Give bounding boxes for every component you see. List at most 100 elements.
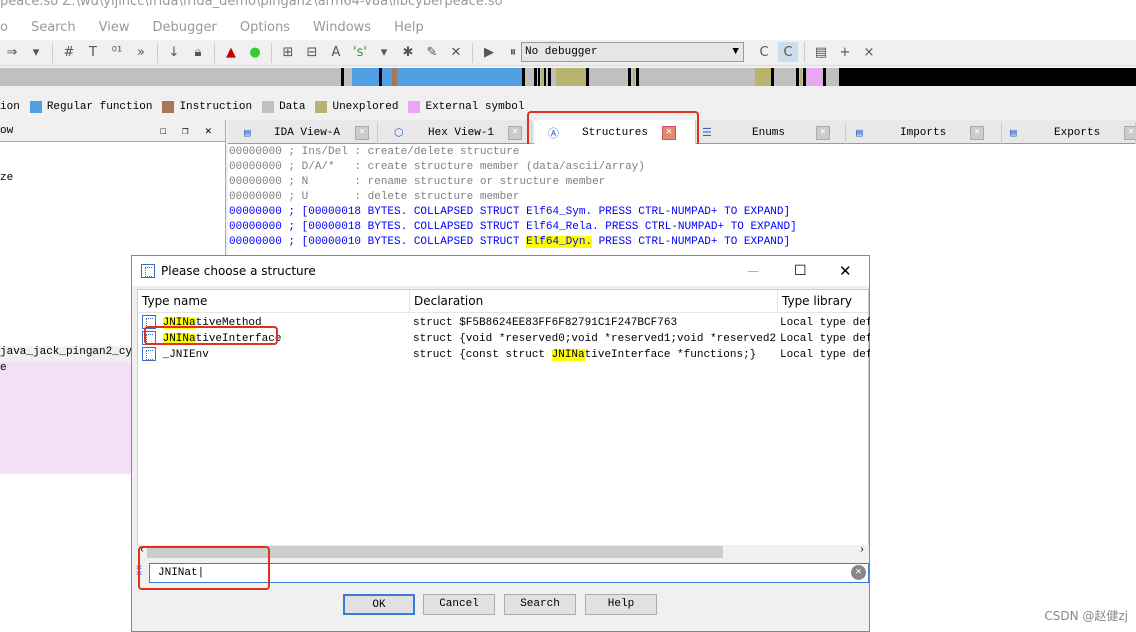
delete-icon[interactable]: ✕ bbox=[446, 43, 466, 63]
close-tab-icon[interactable]: ✕ bbox=[816, 126, 830, 140]
tab-ida-view-a[interactable]: ▤ IDA View-A ✕ bbox=[228, 122, 378, 144]
ascii-icon[interactable]: A bbox=[326, 43, 346, 63]
clear-filter-icon[interactable]: ✕ bbox=[851, 565, 866, 580]
debugger-select-value: No debugger bbox=[525, 46, 598, 58]
column-type-library[interactable]: Type library bbox=[778, 290, 870, 313]
step-c-icon[interactable]: C bbox=[754, 42, 774, 62]
nav-segment-black bbox=[586, 68, 589, 86]
close-tab-icon[interactable]: ✕ bbox=[355, 126, 369, 140]
toolbar-right: C C ▤ + × bbox=[752, 42, 881, 62]
legend-swatch bbox=[29, 101, 42, 113]
warning-icon[interactable]: ▲ bbox=[221, 43, 241, 63]
menu-view[interactable]: View bbox=[99, 20, 130, 35]
legend-prefix: ion bbox=[0, 101, 20, 113]
panel-header: ow ☐ ❐ ✕ bbox=[0, 120, 225, 142]
panel-line: ze bbox=[0, 172, 14, 184]
declaration-cell: struct {void *reserved0;void *reserved1;… bbox=[413, 333, 776, 345]
imports-icon: ▤ bbox=[856, 128, 863, 140]
minimize-icon[interactable]: — bbox=[747, 264, 759, 278]
dropdown-icon[interactable]: ▾ bbox=[26, 43, 46, 63]
search-binary-icon[interactable]: ⁰¹ bbox=[107, 43, 127, 63]
tab-enums[interactable]: ☰ Enums ✕ bbox=[698, 122, 846, 144]
search-button[interactable]: Search bbox=[504, 594, 576, 615]
chevron-down-icon: ▼ bbox=[732, 46, 739, 58]
nav-segment-black bbox=[823, 68, 826, 86]
list-header: Type name Declaration Type library bbox=[138, 290, 868, 313]
collapsed-struct-elf64-rela[interactable]: 00000000 ; [00000018 BYTES. COLLAPSED ST… bbox=[229, 220, 1136, 235]
close-icon[interactable]: ✕ bbox=[839, 262, 852, 280]
panel-line: e bbox=[0, 362, 7, 374]
breakpoint-list-icon[interactable]: ▤ bbox=[811, 42, 831, 62]
tab-exports[interactable]: ▤ Exports ✕ bbox=[1004, 122, 1136, 144]
struct-line: 00000000 ; D/A/* : create structure memb… bbox=[229, 161, 645, 173]
nav-segment-black bbox=[803, 68, 806, 86]
dialog-titlebar: Please choose a structure — ☐ ✕ bbox=[132, 256, 869, 286]
navigation-band[interactable] bbox=[0, 68, 1136, 86]
ok-button[interactable]: OK bbox=[343, 594, 415, 615]
explore-icon[interactable]: ✱ bbox=[398, 43, 418, 63]
menu-help[interactable]: Help bbox=[394, 20, 424, 35]
tab-label: Hex View-1 bbox=[428, 127, 495, 139]
string-icon[interactable]: 's' bbox=[350, 43, 370, 63]
structure-icon bbox=[142, 347, 156, 362]
add-breakpoint-icon[interactable]: + bbox=[835, 42, 855, 62]
collapsed-struct-elf64-dyn[interactable]: 00000000 ; [00000010 BYTES. COLLAPSED ST… bbox=[229, 235, 1136, 250]
remove-breakpoint-icon[interactable]: × bbox=[859, 42, 879, 62]
nav-segment-black bbox=[538, 68, 540, 86]
data-icon[interactable]: ⊟ bbox=[302, 43, 322, 63]
close-tab-icon[interactable]: ✕ bbox=[508, 126, 522, 140]
maximize-icon[interactable]: ☐ bbox=[160, 124, 167, 138]
menu-search[interactable]: Search bbox=[31, 20, 76, 35]
tab-hex-view-1[interactable]: ⬡ Hex View-1 ✕ bbox=[380, 122, 532, 144]
tab-label: Exports bbox=[1054, 127, 1101, 139]
enums-icon: ☰ bbox=[702, 128, 712, 140]
nav-segment-regular-function bbox=[382, 68, 392, 86]
menu-windows[interactable]: Windows bbox=[313, 20, 371, 35]
column-declaration[interactable]: Declaration bbox=[410, 290, 778, 313]
nav-segment-black bbox=[839, 68, 1136, 86]
nav-segment-black bbox=[796, 68, 799, 86]
play-icon[interactable]: ▶ bbox=[479, 43, 499, 63]
cancel-button[interactable]: Cancel bbox=[423, 594, 495, 615]
close-icon[interactable]: ✕ bbox=[205, 124, 212, 138]
edit-icon[interactable]: ✎ bbox=[422, 43, 442, 63]
download-arrow-icon[interactable]: ↓ bbox=[164, 43, 184, 63]
nav-segment-unexplored bbox=[556, 68, 586, 86]
menu-edit[interactable]: o bbox=[0, 20, 8, 35]
restore-icon[interactable]: ❐ bbox=[182, 124, 189, 138]
tab-label: Imports bbox=[900, 127, 947, 139]
menu-options[interactable]: Options bbox=[240, 20, 290, 35]
scroll-right-icon[interactable]: › bbox=[859, 545, 865, 556]
tab-label: IDA View-A bbox=[274, 127, 341, 139]
help-button[interactable]: Help bbox=[585, 594, 657, 615]
declaration-cell: struct {const struct JNINativeInterface … bbox=[413, 349, 757, 361]
structure-row[interactable]: _JNIEnv struct {const struct JNINativeIn… bbox=[138, 347, 870, 363]
close-tab-icon[interactable]: ✕ bbox=[970, 126, 984, 140]
hex-view-icon: ⬡ bbox=[394, 128, 404, 140]
dropdown-icon[interactable]: ▾ bbox=[374, 43, 394, 63]
forward-arrow-icon[interactable]: ⇒ bbox=[2, 43, 22, 63]
menu-debugger[interactable]: Debugger bbox=[153, 20, 217, 35]
legend-label: Data bbox=[279, 101, 306, 113]
maximize-icon[interactable]: ☐ bbox=[794, 263, 807, 279]
column-type-name[interactable]: Type name bbox=[138, 290, 410, 313]
collapsed-struct-elf64-sym[interactable]: 00000000 ; [00000018 BYTES. COLLAPSED ST… bbox=[229, 205, 1136, 220]
search-next-icon[interactable]: » bbox=[131, 43, 151, 63]
type-library-cell: Local type defi bbox=[780, 349, 870, 361]
tab-imports[interactable]: ▤ Imports ✕ bbox=[848, 122, 1002, 144]
tab-label: Enums bbox=[752, 127, 786, 139]
run-c-icon[interactable]: C bbox=[778, 42, 798, 62]
exports-icon: ▤ bbox=[1010, 128, 1017, 140]
struct-line: 00000000 ; U : delete structure member bbox=[229, 191, 520, 203]
lock-icon[interactable]: 🔒︎ bbox=[188, 43, 208, 63]
nav-segment-black bbox=[534, 68, 537, 86]
legend-label: Instruction bbox=[179, 101, 253, 113]
code-icon[interactable]: ⊞ bbox=[278, 43, 298, 63]
debugger-select[interactable]: No debugger ▼ bbox=[521, 42, 744, 62]
dialog-title: Please choose a structure bbox=[161, 264, 316, 278]
search-hash-icon[interactable]: # bbox=[59, 43, 79, 63]
search-text-icon[interactable]: T bbox=[83, 43, 103, 63]
close-tab-icon[interactable]: ✕ bbox=[1124, 126, 1136, 140]
pause-icon[interactable]: ⏸︎ bbox=[503, 43, 523, 63]
green-circle-icon[interactable]: ● bbox=[245, 43, 265, 63]
